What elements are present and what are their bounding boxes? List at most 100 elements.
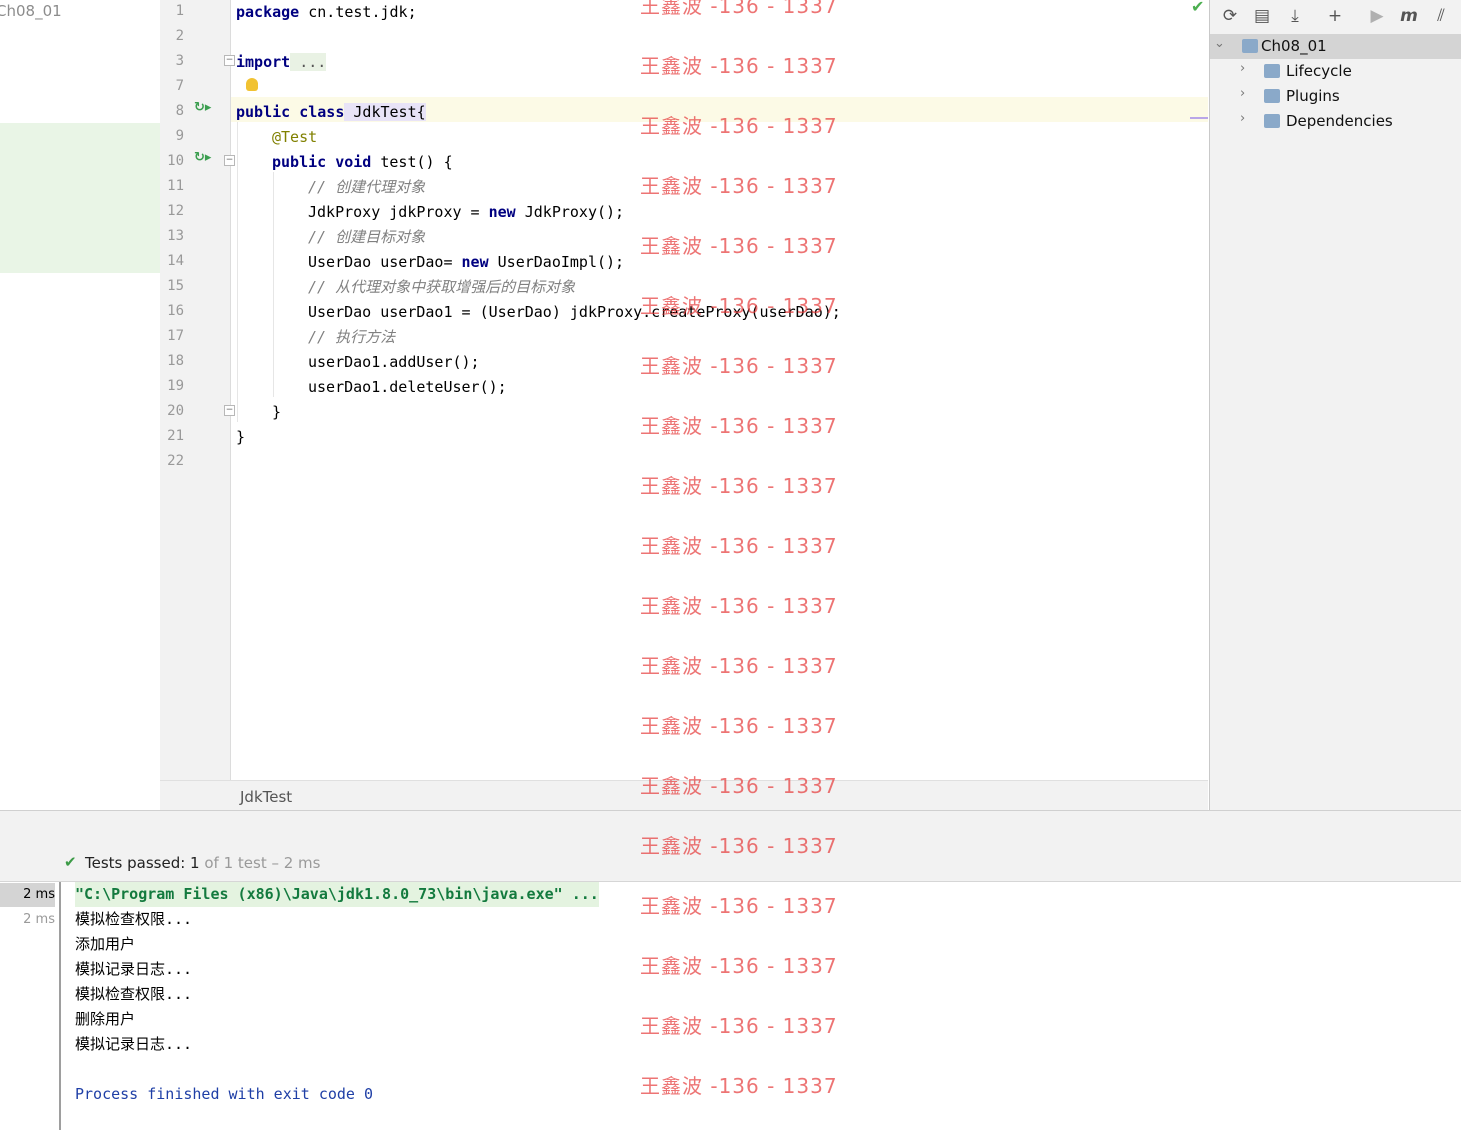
line-number: 11 <box>167 178 184 194</box>
code-line[interactable]: userDao1.addUser(); <box>308 350 480 375</box>
maven-tool-window: ⟳ ▤ ⤓ + ▶ m ⫽ ⌄ Ch08_01 › Lifecycle › Pl… <box>1209 0 1461 810</box>
chevron-right-icon[interactable]: › <box>1240 61 1245 76</box>
console-exit-line: Process finished with exit code 0 <box>75 1085 374 1103</box>
comment[interactable]: // 从代理对象中获取增强后的目标对象 <box>308 275 575 300</box>
line-number: 18 <box>167 353 184 369</box>
console-line: 模拟检查权限... <box>75 910 193 928</box>
line-number: 7 <box>175 78 184 94</box>
code-line[interactable]: userDao1.deleteUser(); <box>308 375 507 400</box>
comment[interactable]: // 执行方法 <box>308 325 395 350</box>
maven-item-lifecycle[interactable]: › Lifecycle <box>1210 59 1461 84</box>
lifecycle-folder-icon <box>1264 64 1280 78</box>
line-number: 22 <box>167 453 184 469</box>
run-test-class-icon[interactable]: ↻▸ <box>194 100 211 115</box>
plugins-folder-icon <box>1264 89 1280 103</box>
chevron-right-icon[interactable]: › <box>1240 111 1245 126</box>
status-count: 1 <box>190 854 200 872</box>
console-line: 模拟记录日志... <box>75 960 193 978</box>
line-number: 10 <box>167 153 184 169</box>
folded-imports[interactable]: ... <box>290 53 327 71</box>
console-line: 模拟记录日志... <box>75 1035 193 1053</box>
line-number: 12 <box>167 203 184 219</box>
test-tree-times: 2 ms 2 ms <box>0 882 61 1130</box>
code-line[interactable]: import ... <box>236 50 327 75</box>
status-suffix: of 1 test – 2 ms <box>199 854 321 872</box>
code-text: UserDaoImpl(); <box>488 253 625 271</box>
keyword: new <box>488 203 516 221</box>
maven-item-dependencies[interactable]: › Dependencies <box>1210 109 1461 134</box>
chevron-down-icon[interactable]: ⌄ <box>1214 36 1225 51</box>
console-line: 删除用户 <box>75 1010 136 1028</box>
project-tree-panel: Ch08_01 <box>0 0 160 810</box>
line-number: 2 <box>175 28 184 44</box>
lightbulb-icon[interactable] <box>246 78 258 91</box>
code-line[interactable]: public class JdkTest{ <box>236 100 426 125</box>
test-time-root[interactable]: 2 ms <box>0 883 55 907</box>
maven-item-label: Plugins <box>1286 87 1340 105</box>
test-time-method[interactable]: 2 ms <box>0 908 55 932</box>
maven-item-label: Dependencies <box>1286 112 1393 130</box>
line-number: 21 <box>167 428 184 444</box>
code-line[interactable]: } <box>272 400 281 425</box>
maven-project-root[interactable]: ⌄ Ch08_01 <box>1210 34 1461 59</box>
maven-item-label: Lifecycle <box>1286 62 1352 80</box>
line-number: 16 <box>167 303 184 319</box>
code-text: JdkProxy(); <box>515 203 625 221</box>
line-number: 17 <box>167 328 184 344</box>
maven-item-plugins[interactable]: › Plugins <box>1210 84 1461 109</box>
reimport-folder-icon[interactable]: ▤ <box>1251 5 1273 27</box>
comment[interactable]: // 创建代理对象 <box>308 175 425 200</box>
chevron-right-icon[interactable]: › <box>1240 86 1245 101</box>
breadcrumb-class[interactable]: JdkTest <box>240 788 292 806</box>
code-line[interactable]: UserDao userDao= new UserDaoImpl(); <box>308 250 624 275</box>
line-number: 9 <box>175 128 184 144</box>
scrollbar-marker[interactable] <box>1190 117 1208 119</box>
refresh-icon[interactable]: ⟳ <box>1219 5 1241 27</box>
line-number: 20 <box>167 403 184 419</box>
line-number: 19 <box>167 378 184 394</box>
watermark: 王鑫波 -136 - 1337 <box>640 894 838 918</box>
fold-import-icon[interactable]: − <box>224 55 235 66</box>
inspection-ok-icon[interactable]: ✔ <box>1191 0 1204 16</box>
keyword: import <box>236 53 291 71</box>
watermark: 王鑫波 -136 - 1337 <box>640 1074 838 1098</box>
watermark: 王鑫波 -136 - 1337 <box>640 954 838 978</box>
run-icon[interactable]: ▶ <box>1366 5 1388 27</box>
code-line[interactable]: UserDao userDao1 = (UserDao) jdkProxy.cr… <box>308 300 841 325</box>
toggle-offline-icon[interactable]: ⫽ <box>1430 5 1452 27</box>
run-test-method-icon[interactable]: ↻▸ <box>194 150 211 165</box>
annotation[interactable]: @Test <box>272 125 317 150</box>
download-icon[interactable]: ⤓ <box>1284 5 1306 27</box>
code-text: test() { <box>371 153 453 171</box>
project-tree-root-label[interactable]: Ch08_01 <box>0 2 62 20</box>
code-line[interactable]: } <box>236 425 245 450</box>
line-number: 3 <box>175 53 184 69</box>
comment[interactable]: // 创建目标对象 <box>308 225 425 250</box>
code-line[interactable]: JdkProxy jdkProxy = new JdkProxy(); <box>308 200 624 225</box>
keyword: new <box>461 253 489 271</box>
maven-m-icon[interactable]: m <box>1398 5 1420 27</box>
line-number: 15 <box>167 278 184 294</box>
code-text: cn.test.jdk; <box>299 3 417 21</box>
maven-toolbar: ⟳ ▤ ⤓ + ▶ m ⫽ <box>1210 0 1461 32</box>
console-line: 模拟检查权限... <box>75 985 193 1003</box>
class-name: JdkTest{ <box>344 103 426 121</box>
line-number: 1 <box>175 3 184 19</box>
console-command-line[interactable]: "C:\Program Files (x86)\Java\jdk1.8.0_73… <box>75 882 599 907</box>
indent-guide <box>273 172 274 397</box>
fold-method-icon[interactable]: − <box>224 155 235 166</box>
run-tool-header <box>0 810 1461 845</box>
code-line[interactable]: package cn.test.jdk; <box>236 0 417 25</box>
keyword: package <box>236 3 300 21</box>
fold-end-icon[interactable]: − <box>224 405 235 416</box>
code-text: UserDao userDao= <box>308 253 462 271</box>
dependencies-folder-icon <box>1264 114 1280 128</box>
status-prefix: Tests passed: <box>85 854 191 872</box>
add-icon[interactable]: + <box>1324 5 1346 27</box>
indent-guide <box>237 122 238 422</box>
code-line[interactable]: public void test() { <box>272 150 453 175</box>
console-line: 添加用户 <box>75 935 136 953</box>
editor-breadcrumb-bar: JdkTest <box>160 780 1208 811</box>
keyword: public void <box>272 153 372 171</box>
maven-module-icon <box>1242 39 1258 53</box>
